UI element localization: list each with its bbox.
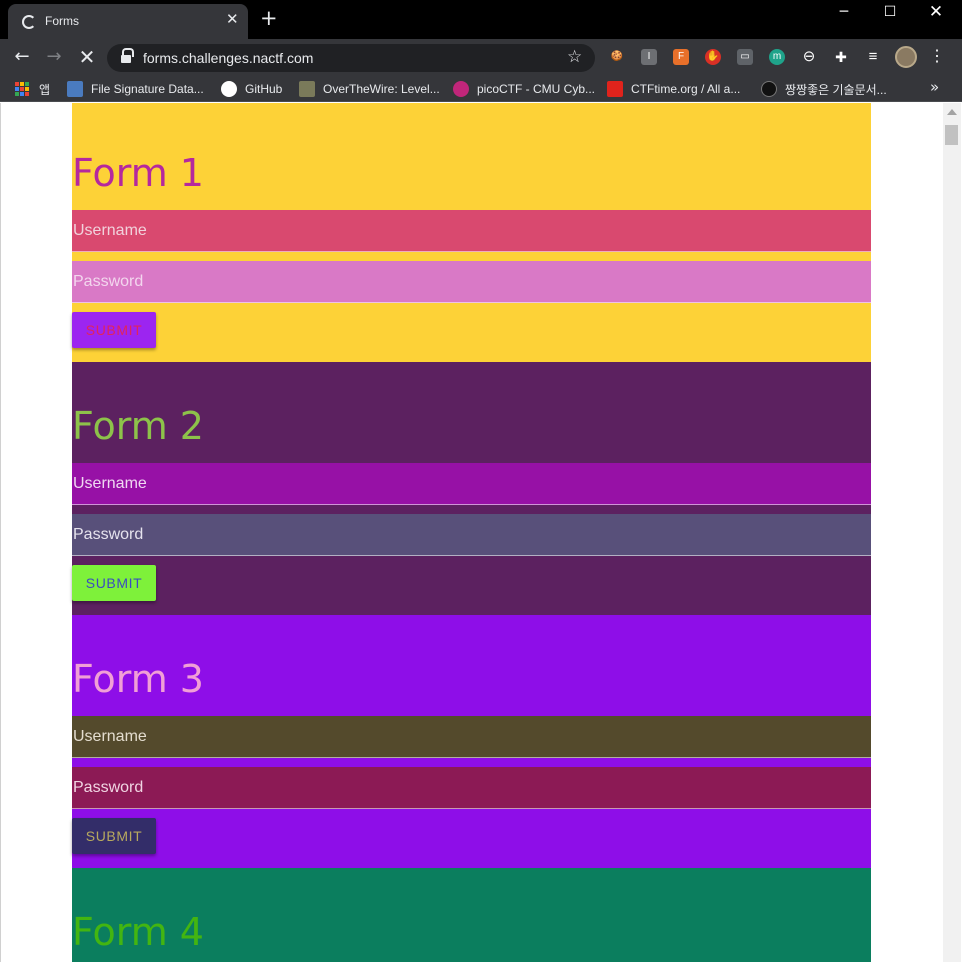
new-tab-button[interactable]: +: [260, 8, 278, 29]
forward-button[interactable]: →: [42, 45, 66, 69]
picoctf-icon: [453, 81, 469, 97]
bookmark-star-icon[interactable]: ☆: [567, 47, 582, 67]
otw-icon: [299, 81, 315, 97]
scroll-up-arrow-icon[interactable]: [947, 109, 957, 115]
form-heading: Form 4: [72, 910, 204, 954]
browser-tab[interactable]: Forms ✕: [8, 4, 248, 39]
scroll-thumb[interactable]: [945, 125, 958, 145]
m-extension-icon[interactable]: m: [769, 49, 785, 65]
apps-grid-icon: [15, 82, 31, 96]
media-control-icon[interactable]: ≡: [865, 49, 881, 65]
form-1: Form 1 Username Password SUBMIT: [72, 103, 871, 362]
bookmark-file-signature[interactable]: File Signature Data...: [67, 80, 204, 98]
circle-minus-extension-icon[interactable]: ⊖: [801, 49, 817, 65]
bookmark-label: 짱짱좋은 기술문서...: [785, 82, 887, 97]
bookmark-label: OverTheWire: Level...: [323, 82, 440, 96]
submit-button[interactable]: SUBMIT: [72, 312, 156, 348]
form-heading: Form 3: [72, 657, 204, 701]
close-window-button[interactable]: ✕: [913, 0, 959, 26]
password-input[interactable]: Password: [72, 261, 871, 303]
password-input[interactable]: Password: [72, 514, 871, 556]
form-heading: Form 1: [72, 151, 204, 195]
bookmark-label: picoCTF - CMU Cyb...: [477, 82, 596, 96]
username-input[interactable]: Username: [72, 210, 871, 252]
puzzle-extensions-icon[interactable]: ✚: [833, 49, 849, 65]
password-input[interactable]: Password: [72, 767, 871, 809]
submit-button[interactable]: SUBMIT: [72, 818, 156, 854]
bookmark-picoctf[interactable]: picoCTF - CMU Cyb...: [453, 80, 595, 98]
ctftime-icon: [607, 81, 623, 97]
form-heading: Form 2: [72, 404, 204, 448]
browser-toolbar: ← → ✕ forms.challenges.nactf.com ☆ 🍪 I F…: [0, 39, 962, 76]
r-icon: [761, 81, 777, 97]
username-input[interactable]: Username: [72, 716, 871, 758]
form-4: Form 4: [72, 868, 871, 962]
tab-strip: Forms ✕ + ─ ☐ ✕: [0, 0, 962, 39]
back-button[interactable]: ←: [10, 45, 34, 69]
forms-container: Form 1 Username Password SUBMIT Form 2 U…: [72, 103, 871, 962]
stop-hand-extension-icon[interactable]: ✋: [705, 49, 721, 65]
menu-kebab-icon[interactable]: ⋮: [929, 49, 945, 65]
bookmark-apps[interactable]: 앱: [15, 80, 50, 98]
cookie-extension-icon[interactable]: 🍪: [609, 49, 625, 65]
foxyproxy-extension-icon[interactable]: F: [673, 49, 689, 65]
loading-spinner-icon: [22, 15, 36, 29]
bookmark-label: File Signature Data...: [91, 82, 204, 96]
url-text[interactable]: forms.challenges.nactf.com: [143, 50, 313, 66]
github-icon: [221, 81, 237, 97]
bookmarks-bar: 앱 File Signature Data... GitHub OverTheW…: [0, 76, 962, 102]
submit-button[interactable]: SUBMIT: [72, 565, 156, 601]
stop-loading-button[interactable]: ✕: [75, 45, 99, 69]
info-extension-icon[interactable]: I: [641, 49, 657, 65]
profile-avatar[interactable]: [895, 46, 917, 68]
form-3: Form 3 Username Password SUBMIT: [72, 615, 871, 868]
window-extension-icon[interactable]: ▭: [737, 49, 753, 65]
form-2: Form 2 Username Password SUBMIT: [72, 362, 871, 615]
bookmark-label: GitHub: [245, 82, 283, 96]
username-input[interactable]: Username: [72, 463, 871, 505]
lock-icon[interactable]: [121, 48, 134, 63]
bookmark-tech-docs[interactable]: 짱짱좋은 기술문서...: [761, 80, 887, 98]
page-viewport: Form 1 Username Password SUBMIT Form 2 U…: [0, 103, 962, 962]
bookmark-ctftime[interactable]: CTFtime.org / All a...: [607, 80, 740, 98]
page-scrollbar[interactable]: [943, 103, 961, 962]
bookmark-label: CTFtime.org / All a...: [631, 82, 741, 96]
address-bar[interactable]: forms.challenges.nactf.com ☆: [107, 44, 595, 72]
minimize-button[interactable]: ─: [821, 0, 867, 26]
bookmark-overthewire[interactable]: OverTheWire: Level...: [299, 80, 440, 98]
close-tab-icon[interactable]: ✕: [226, 12, 239, 27]
bookmarks-overflow-icon[interactable]: »: [930, 78, 939, 96]
doc-icon: [67, 81, 83, 97]
maximize-button[interactable]: ☐: [867, 0, 913, 26]
bookmark-github[interactable]: GitHub: [221, 80, 282, 98]
bookmark-label: 앱: [39, 82, 51, 97]
tab-title: Forms: [45, 14, 79, 28]
